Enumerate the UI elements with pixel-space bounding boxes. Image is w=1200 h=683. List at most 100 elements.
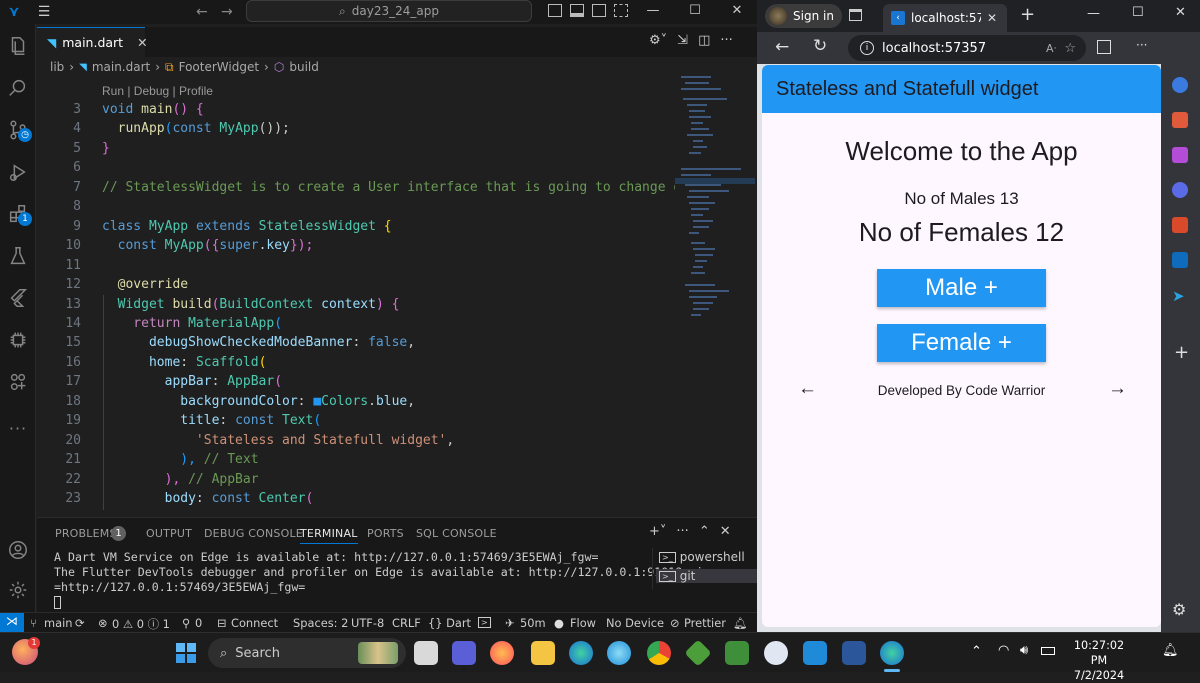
breadcrumb-item[interactable]: build bbox=[289, 60, 319, 74]
terminal-status-icon[interactable]: > bbox=[478, 617, 491, 628]
edge-active-icon[interactable] bbox=[880, 641, 904, 665]
refresh-icon[interactable]: ↻ bbox=[813, 36, 827, 56]
forward-arrow-icon[interactable]: → bbox=[1108, 378, 1127, 400]
browser-tab[interactable]: ‹ localhost:5735 ✕ bbox=[883, 4, 1007, 32]
back-arrow-icon[interactable]: ← bbox=[775, 37, 789, 57]
chrome-icon[interactable] bbox=[647, 641, 671, 665]
more-menu-icon[interactable]: ··· bbox=[1136, 38, 1147, 52]
terminal-output[interactable]: A Dart VM Service on Edge is available a… bbox=[54, 550, 703, 595]
female-increment-button[interactable]: Female + bbox=[877, 324, 1046, 362]
word-icon[interactable] bbox=[842, 641, 866, 665]
split-editor-icon[interactable]: ◫ bbox=[698, 33, 710, 48]
minimap[interactable] bbox=[675, 72, 755, 512]
layout-toggle-icons[interactable] bbox=[548, 4, 628, 17]
games-icon[interactable] bbox=[1172, 182, 1188, 198]
sidebar-settings-gear-icon[interactable]: ⚙︎ bbox=[1172, 600, 1186, 619]
customize-layout-icon[interactable] bbox=[614, 4, 628, 17]
close-button[interactable]: ✕ bbox=[1175, 5, 1186, 20]
explorer-icon[interactable] bbox=[0, 28, 36, 64]
task-view-icon[interactable] bbox=[414, 641, 438, 665]
new-tab-icon[interactable]: + bbox=[1020, 4, 1035, 25]
start-windows-icon[interactable] bbox=[176, 643, 196, 663]
toggle-panel-icon[interactable] bbox=[570, 4, 584, 17]
minimize-button[interactable]: — bbox=[632, 0, 674, 24]
branch-name[interactable]: main bbox=[44, 616, 72, 630]
device-selector[interactable]: No Device bbox=[606, 616, 664, 630]
maximize-button[interactable]: ☐ bbox=[1132, 5, 1144, 20]
tab-debug-console[interactable]: DEBUG CONSOLE bbox=[204, 527, 303, 540]
open-devtools-icon[interactable]: ⇲ bbox=[677, 33, 688, 48]
outlook-icon[interactable] bbox=[1172, 252, 1188, 268]
notifications-icon[interactable]: 🔔︎ bbox=[733, 616, 747, 630]
terminal-item-powershell[interactable]: >_ powershell bbox=[659, 550, 745, 564]
line-ending[interactable]: CRLF bbox=[392, 616, 421, 630]
sync-icon[interactable]: ⟳ bbox=[75, 616, 85, 630]
terminal-item-git[interactable]: >_ git bbox=[656, 569, 766, 583]
close-button[interactable]: ✕ bbox=[716, 0, 758, 24]
toggle-secondary-sidebar-icon[interactable] bbox=[592, 4, 606, 17]
new-terminal-icon[interactable]: +˅ bbox=[649, 524, 666, 539]
toggle-sidebar-icon[interactable] bbox=[548, 4, 562, 17]
tools-icon[interactable] bbox=[1172, 147, 1188, 163]
extensions-icon[interactable]: 1 bbox=[0, 196, 36, 232]
encoding[interactable]: UTF-8 bbox=[351, 616, 384, 630]
close-panel-icon[interactable]: ✕ bbox=[720, 524, 731, 539]
language-mode[interactable]: {} Dart bbox=[428, 616, 471, 630]
tab-problems[interactable]: PROBLEMS bbox=[55, 527, 117, 540]
testing-icon[interactable] bbox=[0, 238, 36, 274]
breadcrumb-item[interactable]: lib bbox=[50, 60, 64, 74]
taskbar-search[interactable]: ⌕ Search bbox=[208, 638, 406, 668]
run-debug-icon[interactable] bbox=[0, 154, 36, 190]
more-actions-icon[interactable]: ··· bbox=[720, 33, 732, 48]
more-views-icon[interactable]: ··· bbox=[0, 410, 36, 446]
ports-count[interactable]: 0 bbox=[195, 616, 202, 630]
edge-dev-icon[interactable] bbox=[607, 641, 631, 665]
tab-terminal[interactable]: TERMINAL bbox=[300, 527, 358, 544]
notification-bell-icon[interactable]: 🔔︎ bbox=[1162, 643, 1179, 658]
folder-icon[interactable] bbox=[531, 641, 555, 665]
close-tab-icon[interactable]: ✕ bbox=[987, 11, 997, 25]
source-control-icon[interactable]: ◷ bbox=[0, 112, 36, 148]
tab-sql-console[interactable]: SQL CONSOLE bbox=[416, 527, 497, 540]
breadcrumb-item[interactable]: main.dart bbox=[92, 60, 150, 74]
codelens[interactable]: Run | Debug | Profile bbox=[102, 84, 213, 98]
search-icon[interactable] bbox=[0, 70, 36, 106]
affinity-icon[interactable] bbox=[764, 641, 788, 665]
forward-arrow-icon[interactable]: → bbox=[221, 4, 233, 20]
git-gui-icon[interactable] bbox=[684, 639, 712, 667]
database-icon[interactable] bbox=[0, 364, 36, 400]
address-bar[interactable]: i localhost:57357 Aᐧ ☆ bbox=[848, 35, 1086, 61]
code-editor[interactable]: Run | Debug | Profile 3 4 5 6 7 8 9 10 11 12 13 14 1… bbox=[37, 80, 681, 514]
office-icon[interactable] bbox=[1172, 217, 1188, 233]
vscode-taskbar-icon[interactable] bbox=[803, 641, 827, 665]
wifi-icon[interactable]: ◠ bbox=[998, 643, 1009, 658]
show-hidden-icons[interactable]: ⌃ bbox=[971, 644, 982, 659]
file-explorer-icon[interactable] bbox=[452, 641, 476, 665]
volume-icon[interactable]: 🔊︎ bbox=[1020, 643, 1028, 658]
more-actions-icon[interactable]: ··· bbox=[676, 524, 688, 539]
indentation[interactable]: Spaces: 2 bbox=[293, 616, 348, 630]
breadcrumb-item[interactable]: FooterWidget bbox=[179, 60, 259, 74]
shopping-icon[interactable] bbox=[1172, 112, 1188, 128]
system-clock[interactable]: 10:27:02 PM 7/2/2024 bbox=[1066, 638, 1132, 683]
tab-main-dart[interactable]: ◥ main.dart ✕ bbox=[37, 27, 148, 57]
flow-label[interactable]: Flow bbox=[570, 616, 596, 630]
close-tab-icon[interactable]: ✕ bbox=[137, 35, 147, 50]
firefox-icon[interactable] bbox=[490, 641, 514, 665]
minimize-button[interactable]: — bbox=[1087, 6, 1100, 21]
maximize-button[interactable]: ☐ bbox=[674, 0, 716, 24]
maximize-panel-icon[interactable]: ⌃ bbox=[699, 524, 710, 539]
remote-indicator[interactable]: ⋊ bbox=[0, 613, 24, 633]
tab-actions-icon[interactable] bbox=[849, 9, 862, 21]
edge-taskbar-icon[interactable] bbox=[569, 641, 593, 665]
command-center-search[interactable]: ⌕ day23_24_app bbox=[246, 0, 532, 22]
prettier-status[interactable]: Prettier bbox=[684, 616, 726, 630]
settings-gear-icon[interactable] bbox=[0, 572, 36, 608]
menu-icon[interactable]: ☰ bbox=[30, 4, 58, 20]
connect-label[interactable]: Connect bbox=[231, 616, 278, 630]
battery-icon[interactable] bbox=[1041, 647, 1055, 655]
back-arrow-icon[interactable]: ← bbox=[196, 4, 208, 20]
run-debug-dropdown-icon[interactable]: ⚙˅ bbox=[649, 33, 667, 48]
flutter-icon[interactable] bbox=[0, 280, 36, 316]
problems-summary[interactable]: 0 ⚠ 0 ⓘ 1 bbox=[112, 616, 170, 632]
